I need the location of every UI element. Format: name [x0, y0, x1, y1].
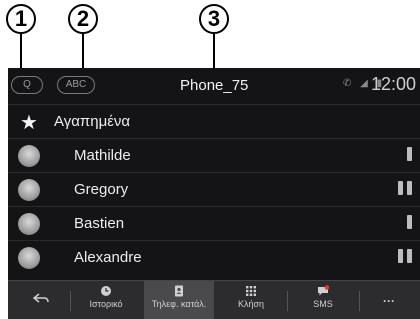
- device-icons: [403, 215, 412, 233]
- contact-name: Alexandre: [74, 249, 142, 266]
- contact-name: Bastien: [74, 215, 125, 232]
- more-button[interactable]: ···: [360, 281, 418, 319]
- star-icon: ★: [20, 112, 38, 134]
- tab-contacts[interactable]: Τηλεφ. κατάλ.: [144, 281, 214, 319]
- phone-icon: [407, 249, 412, 263]
- tab-sms-label: SMS: [313, 299, 333, 309]
- phone-icon: [407, 215, 412, 229]
- sms-icon: [318, 285, 329, 296]
- contact-row[interactable]: Mathilde: [8, 138, 420, 172]
- callout-1-line: [20, 34, 22, 70]
- tab-contacts-label: Τηλεφ. κατάλ.: [151, 299, 207, 309]
- bottom-tab-bar: Ιστορικό Τηλεφ. κατάλ. Κλήση SMS ···: [8, 280, 420, 319]
- callout-3: 3: [199, 4, 229, 34]
- device-icons: [394, 249, 412, 267]
- avatar-icon: [18, 145, 40, 167]
- keypad-icon: [246, 286, 256, 296]
- phone-icon: [407, 147, 412, 161]
- tab-call[interactable]: Κλήση: [216, 281, 286, 319]
- contact-name: Gregory: [74, 181, 129, 198]
- avatar-icon: [18, 179, 40, 201]
- tab-call-label: Κλήση: [237, 299, 265, 309]
- device-icons: [403, 147, 412, 165]
- tab-history[interactable]: Ιστορικό: [70, 281, 142, 319]
- phonebook-icon: [175, 285, 183, 297]
- contact-name: Mathilde: [74, 147, 131, 164]
- header-bar: Q ABC Phone_75 ✆ ◢ ▮ 12:00: [8, 68, 420, 104]
- more-icon: ···: [383, 294, 395, 308]
- avatar-icon: [18, 213, 40, 235]
- back-button[interactable]: [12, 281, 70, 319]
- back-arrow-icon: [33, 293, 49, 303]
- contact-row[interactable]: Alexandre: [8, 240, 420, 274]
- clock: 12:00: [371, 74, 417, 94]
- phone-icon: [407, 181, 412, 195]
- phone-screen: Q ABC Phone_75 ✆ ◢ ▮ 12:00 ★ Αγαπημένα M…: [8, 68, 420, 319]
- callout-2: 2: [68, 4, 98, 34]
- tab-sms[interactable]: SMS: [288, 281, 358, 319]
- contact-row[interactable]: Gregory: [8, 172, 420, 206]
- callout-1: 1: [6, 4, 36, 34]
- favorites-label: Αγαπημένα: [54, 113, 131, 130]
- avatar-icon: [18, 247, 40, 269]
- search-icon: Q: [23, 79, 31, 90]
- device-icons: [394, 181, 412, 199]
- contact-row[interactable]: Bastien: [8, 206, 420, 240]
- clock-icon: [101, 286, 111, 296]
- callout-3-line: [213, 34, 215, 70]
- abc-button[interactable]: ABC: [57, 76, 95, 94]
- search-button[interactable]: Q: [11, 76, 43, 94]
- favorites-row[interactable]: ★ Αγαπημένα: [8, 104, 420, 138]
- phone-name: Phone_75: [180, 77, 249, 94]
- phone-icon: [398, 249, 403, 263]
- tab-history-label: Ιστορικό: [89, 299, 123, 309]
- phone-icon: [398, 181, 403, 195]
- callout-2-line: [82, 34, 84, 70]
